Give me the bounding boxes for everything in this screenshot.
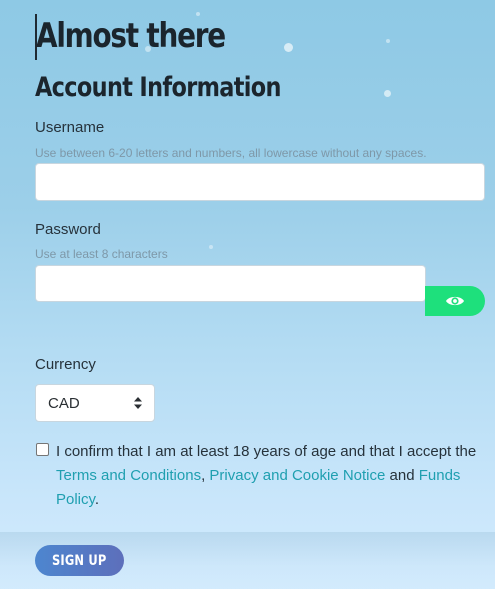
- consent-and: and: [385, 467, 419, 484]
- show-password-button[interactable]: [425, 286, 485, 316]
- username-input[interactable]: [35, 163, 485, 201]
- sign-up-label: SIGN UP: [52, 552, 107, 569]
- eye-icon: [446, 296, 464, 306]
- currency-select[interactable]: CAD: [35, 384, 155, 422]
- select-arrows-icon: [134, 397, 142, 409]
- password-label: Password: [35, 221, 101, 238]
- password-input[interactable]: [35, 265, 426, 302]
- username-hint: Use between 6-20 letters and numbers, al…: [35, 146, 427, 160]
- username-label: Username: [35, 119, 105, 136]
- bokeh-dot: [386, 39, 390, 43]
- bokeh-dot: [284, 43, 293, 52]
- password-hint: Use at least 8 characters: [35, 247, 168, 261]
- bokeh-dot: [209, 245, 213, 249]
- currency-selected-value: CAD: [48, 394, 80, 412]
- page-title: Almost there: [36, 16, 226, 56]
- section-title: Account Information: [35, 72, 281, 103]
- terms-link[interactable]: Terms and Conditions: [56, 467, 201, 484]
- consent-text: I confirm that I am at least 18 years of…: [56, 440, 481, 512]
- currency-label: Currency: [35, 356, 96, 373]
- sign-up-button[interactable]: SIGN UP: [35, 545, 124, 576]
- age-consent-checkbox[interactable]: [36, 443, 49, 456]
- privacy-link[interactable]: Privacy and Cookie Notice: [209, 467, 385, 484]
- consent-text-before: I confirm that I am at least 18 years of…: [56, 443, 477, 460]
- consent-text-after: .: [94, 491, 100, 508]
- bokeh-dot: [384, 90, 391, 97]
